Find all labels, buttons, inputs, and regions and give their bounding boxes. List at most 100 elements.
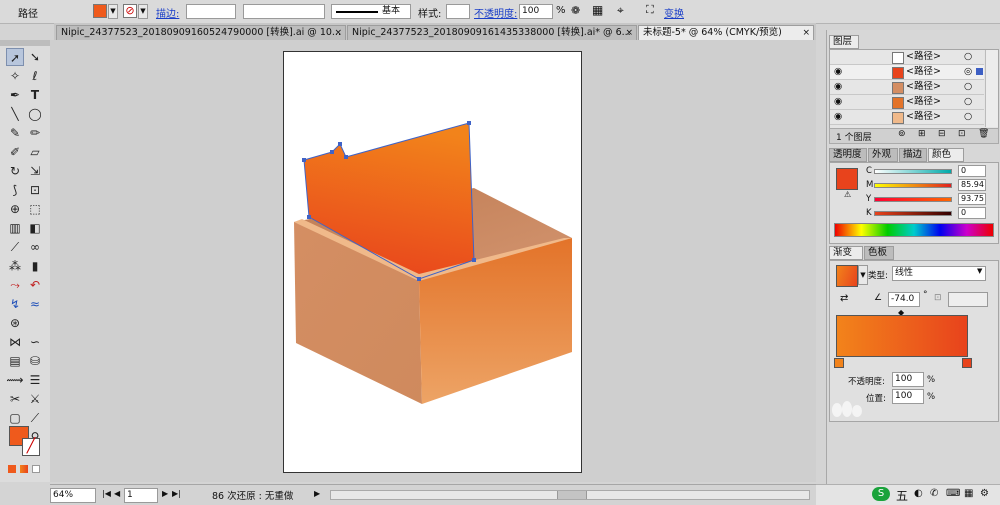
expand-icon[interactable]: ⛶ [646,3,654,17]
ime-logo-icon[interactable]: S [872,487,890,501]
tab-document-1[interactable]: Nipic_24377523_20180909160524790000 [转换]… [56,25,346,40]
recolor-icon[interactable]: ❁ [571,4,580,17]
envelope-tool-icon[interactable]: ∽ [26,333,44,351]
settings-icon[interactable]: ⚙ [980,488,989,499]
layers-panel-tab[interactable]: 图层 [829,35,859,49]
lasso-tool-icon[interactable]: ℓ [26,67,44,85]
keyboard-icon[interactable]: ⌨ [946,488,960,499]
magic-wand-tool-icon[interactable]: ✧ [6,67,24,85]
variable-width-field[interactable] [243,4,325,19]
close-icon[interactable]: × [625,26,633,40]
tab-stroke[interactable]: 描边 [899,148,927,162]
warp-tool-icon[interactable]: ⟆ [6,181,24,199]
selection-tool-icon[interactable]: ➚ [6,48,24,66]
gradient-stop-start[interactable] [834,358,844,368]
align-tool-icon[interactable]: ☰ [26,371,44,389]
tab-transparency[interactable]: 透明度 [829,148,867,162]
color-mode-button[interactable] [8,465,16,473]
visibility-eye-icon[interactable]: ◉ [834,95,842,109]
stroke-dropdown[interactable]: ▼ [138,4,148,19]
layer-row[interactable]: ◉ <路径> ○ [830,95,984,110]
channel-c-slider[interactable] [874,169,952,174]
stroke-none-icon[interactable]: ⊘ [123,4,137,18]
scissors-tool-icon[interactable]: ⚔ [26,390,44,408]
stop-opacity-field[interactable]: 100 [892,372,924,387]
stroke-link[interactable]: 描边: [156,5,179,20]
channel-y-value[interactable]: 93.75 [958,193,986,205]
horizontal-scrollbar[interactable] [330,490,810,500]
ime-mode-label[interactable]: 五 [896,487,908,504]
tab-gradient[interactable]: 渐变 [829,246,863,260]
status-menu-icon[interactable]: ▶ [314,489,320,498]
close-icon[interactable]: × [334,26,342,40]
opacity-link[interactable]: 不透明度: [474,5,517,20]
zoom-field[interactable]: 64% [50,488,96,503]
gradient-preview-swatch[interactable] [836,265,858,287]
brush-definition-field[interactable]: 基本 [331,4,411,19]
slice-select-tool-icon[interactable]: ⟋ [26,409,44,427]
perspective-grid-tool-icon[interactable]: ▥ [6,219,24,237]
channel-m-value[interactable]: 85.94 [958,179,986,191]
visibility-eye-icon[interactable]: ◉ [834,110,842,124]
page-field[interactable]: 1 [124,488,158,503]
artboard-tool-icon[interactable]: ▢ [6,409,24,427]
target-icon[interactable]: ○ [964,50,972,64]
align-icon[interactable]: ▦ [592,3,603,17]
none-mode-button[interactable] [32,465,40,473]
free-transform-tool-icon[interactable]: ⊡ [26,181,44,199]
type-tool-icon[interactable]: T [26,86,44,104]
target-icon[interactable]: ○ [964,110,972,124]
reverse-gradient-icon[interactable]: ⇄ [840,293,848,304]
punctuation-icon[interactable]: ◐ [914,488,923,499]
direct-selection-tool-icon[interactable]: ➘ [26,48,44,66]
delete-layer-icon[interactable]: 🗑 [978,129,989,139]
anchor-tool-icon[interactable]: ⤳ [6,276,24,294]
paint-bucket-tool-icon[interactable]: ⛁ [26,352,44,370]
channel-c-value[interactable]: 0 [958,165,986,177]
new-layer-icon[interactable]: ⊡ [958,129,966,139]
live-paint-tool-icon[interactable]: ⬚ [26,200,44,218]
clipping-mask-icon[interactable]: ⊞ [918,129,926,139]
visibility-eye-icon[interactable]: ◉ [834,80,842,94]
eyedropper-tool-icon[interactable]: ⟋ [6,238,24,256]
gradient-tool-icon[interactable]: ◧ [26,219,44,237]
channel-y-slider[interactable] [874,197,952,202]
column-graph-tool-icon[interactable]: ▮ [26,257,44,275]
channel-m-slider[interactable] [874,183,952,188]
gradient-type-select[interactable]: 线性 [892,266,986,281]
isolate-icon[interactable]: ⌖ [617,3,624,18]
target-icon[interactable]: ◎ [964,65,972,79]
apps-icon[interactable]: ▦ [964,488,973,499]
symbol-sprayer-tool-icon[interactable]: ⁂ [6,257,24,275]
layer-row[interactable]: <路径> ○ [830,50,984,65]
gradient-mode-button[interactable] [20,465,28,473]
selected-art-indicator[interactable] [976,68,983,75]
mesh-tool-icon[interactable]: ⋈ [6,333,24,351]
pen-tool-icon[interactable]: ✒ [6,86,24,104]
blob-brush-tool-icon[interactable]: ✐ [6,143,24,161]
artboard[interactable] [283,51,582,473]
style-field[interactable] [446,4,470,19]
target-icon[interactable]: ○ [964,95,972,109]
curvature-tool-icon[interactable]: ↶ [26,276,44,294]
layer-row[interactable]: ◉ <路径> ◎ [830,65,984,80]
rotate-tool-icon[interactable]: ↻ [6,162,24,180]
fill-color-swatch[interactable] [93,4,107,18]
scale-tool-icon[interactable]: ⇲ [26,162,44,180]
ellipse-tool-icon[interactable]: ◯ [26,105,44,123]
tab-document-3[interactable]: 未标题-5* @ 64% (CMYK/预览) × [638,25,814,40]
pencil-tool-icon[interactable]: ✏ [26,124,44,142]
color-fill-swatch[interactable] [836,168,858,190]
eraser-tool-icon[interactable]: ▱ [26,143,44,161]
width-tool-icon[interactable]: ≈ [26,295,44,313]
color-spectrum-bar[interactable] [834,223,994,237]
knife-tool-icon[interactable]: ⟿ [6,371,24,389]
paintbrush-tool-icon[interactable]: ✎ [6,124,24,142]
layer-row[interactable]: ◉ <路径> ○ [830,110,984,125]
shape-builder-tool-icon[interactable]: ⊕ [6,200,24,218]
locate-object-icon[interactable]: ⊚ [898,129,906,139]
first-page-icon[interactable]: |◀ [102,489,111,498]
gradient-angle-field[interactable]: -74.0 [888,292,920,307]
target-icon[interactable]: ○ [964,80,972,94]
prev-page-icon[interactable]: ◀ [114,489,120,498]
